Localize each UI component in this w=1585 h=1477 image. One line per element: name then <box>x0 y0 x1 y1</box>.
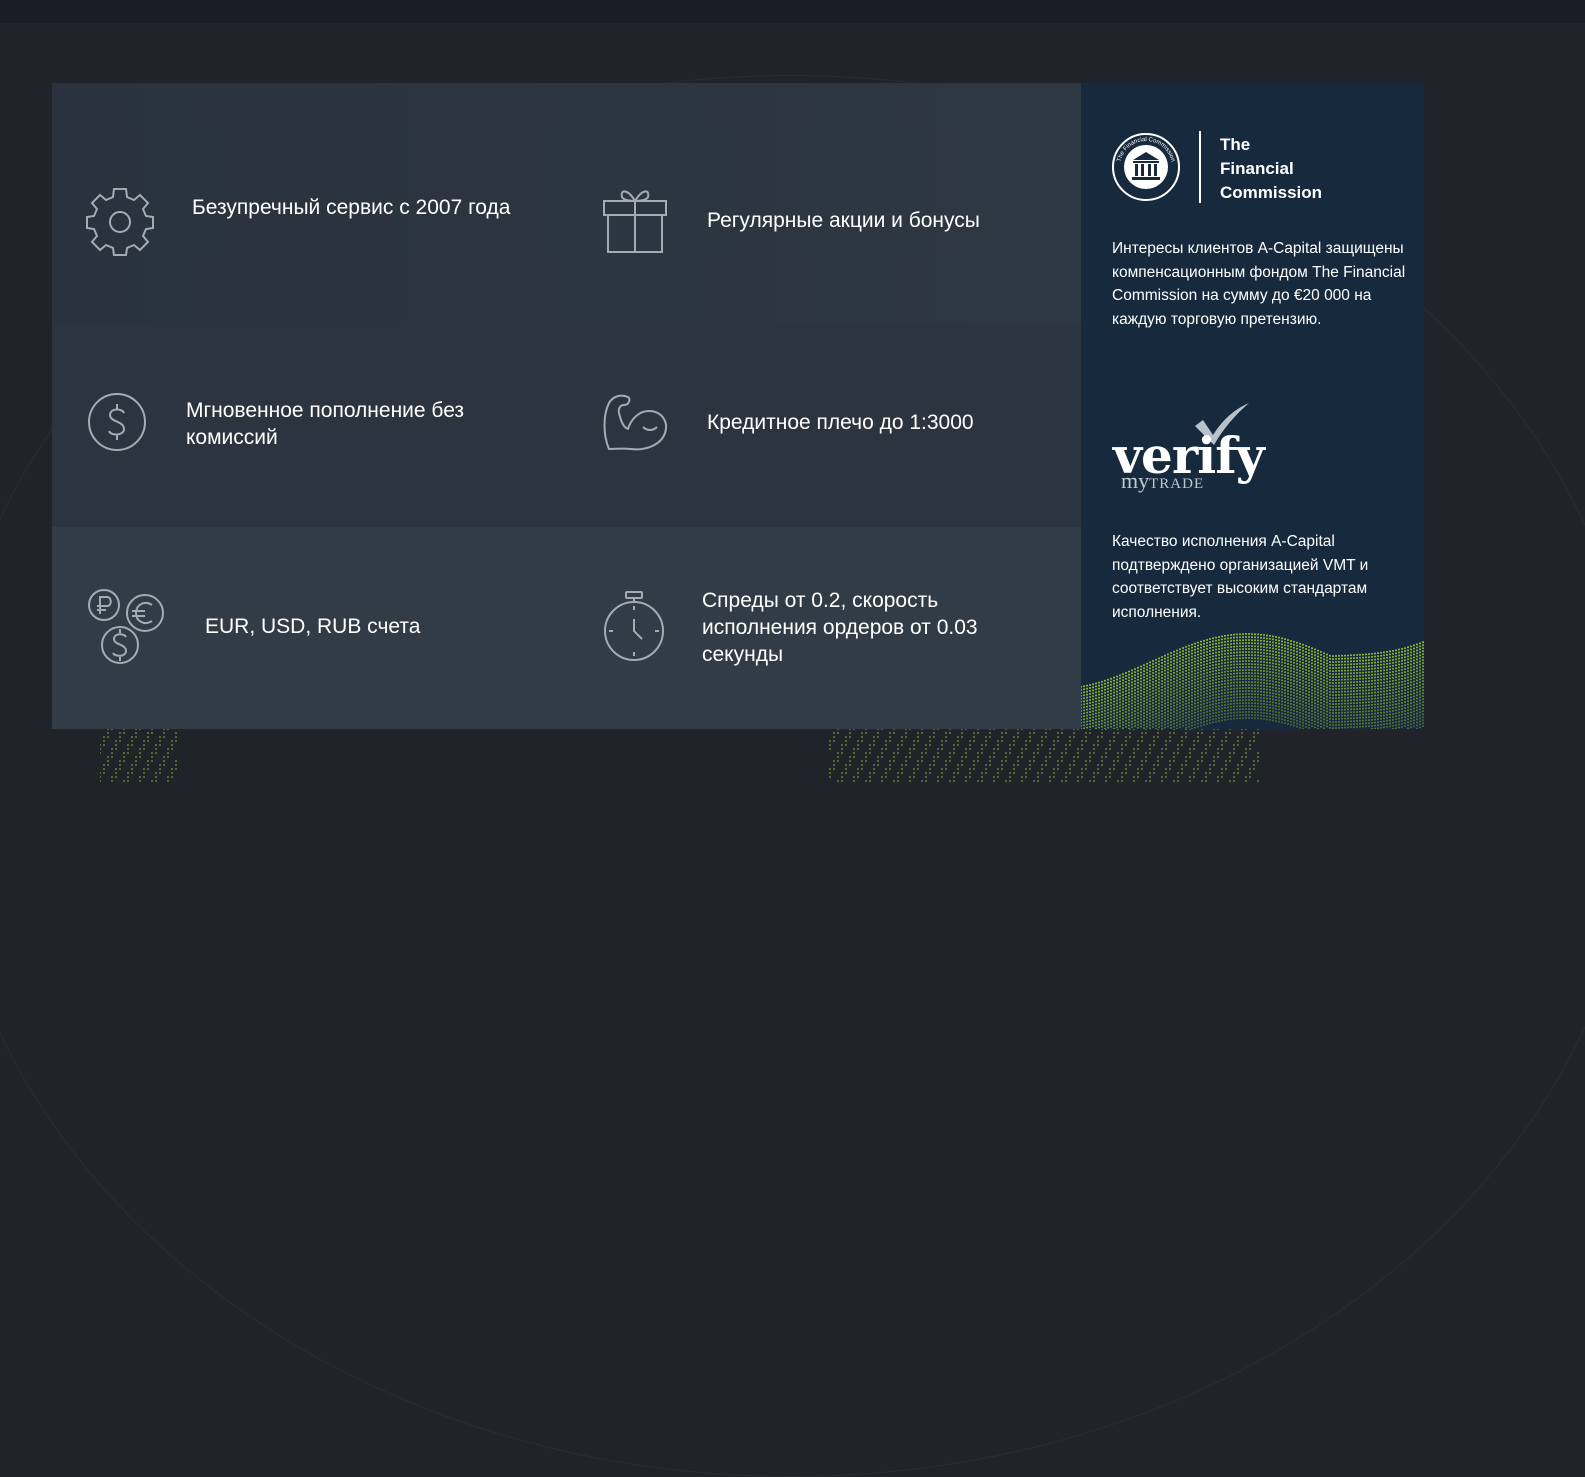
decorative-dot-pattern <box>100 728 1259 782</box>
feature-text: Безупречный сервис с 2007 года <box>192 196 511 219</box>
gear-icon <box>86 188 154 256</box>
feature-text: Регулярные акции и бонусы <box>707 209 980 232</box>
gift-icon <box>603 190 667 253</box>
financial-commission-name: The Financial Commission <box>1220 135 1323 202</box>
financial-commission-logo: The Financial Commission <box>1112 133 1180 201</box>
bicep-icon <box>603 394 667 451</box>
currency-coins-icon <box>88 589 164 664</box>
features-panel: Безупречный сервис с 2007 года Регулярны… <box>52 83 1081 729</box>
dollar-coin-icon <box>88 393 146 451</box>
stopwatch-icon <box>604 591 664 661</box>
top-bar <box>0 0 1585 23</box>
logo-divider <box>1199 131 1201 203</box>
feature-text: Мгновенное пополнение без комиссий <box>186 399 465 449</box>
feature-text: Кредитное плечо до 1:3000 <box>707 411 974 434</box>
financial-commission-description: Интересы клиентов A-Capital защищены ком… <box>1112 240 1406 328</box>
regulation-sidebar: The Financial Commission The Financial C… <box>1081 83 1424 729</box>
decorative-green-wave <box>1081 633 1424 729</box>
verify-my-trade-logo: verify myTRADE <box>1111 401 1265 496</box>
feature-text: Спреды от 0.2, скорость исполнения ордер… <box>702 589 978 666</box>
feature-text: EUR, USD, RUB счета <box>205 615 421 638</box>
